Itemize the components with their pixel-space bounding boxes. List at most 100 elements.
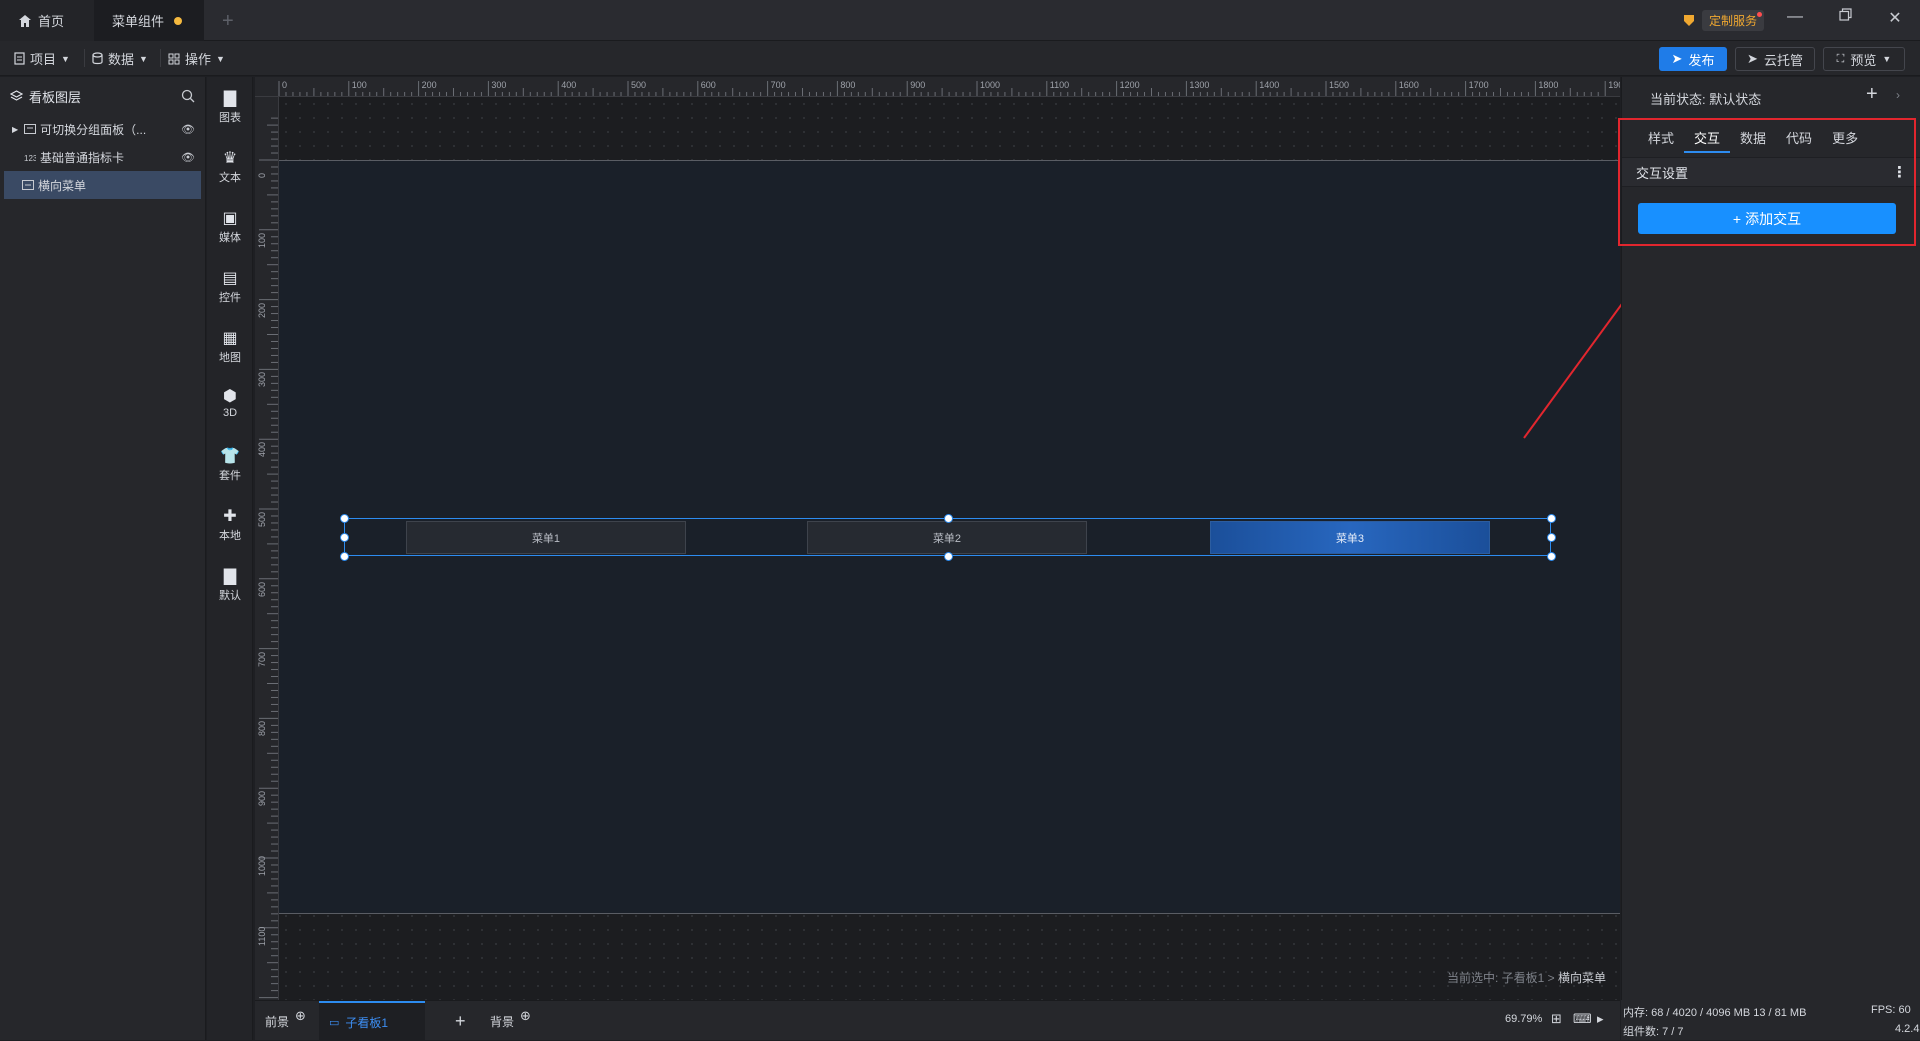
grid-icon xyxy=(168,53,180,64)
control-icon: ▤ xyxy=(222,270,238,287)
add-board-plus-icon[interactable]: + xyxy=(455,1001,466,1041)
crown-icon: ♛ xyxy=(222,150,238,167)
layer-item[interactable]: ▶ 可切换分组面板（... 👁 xyxy=(0,115,205,143)
project-menu[interactable]: 项目 ▼ xyxy=(14,49,70,68)
layer-item[interactable]: 123 基础普通指标卡 👁 xyxy=(0,143,205,171)
service-shield-icon xyxy=(1684,15,1694,26)
ruler-tick-label: 600 xyxy=(257,581,267,597)
ruler-tick-label: 1700 xyxy=(1468,80,1489,90)
comp-default-label: 默认 xyxy=(219,590,241,602)
comp-control-label: 控件 xyxy=(219,292,241,304)
selection-frame[interactable] xyxy=(344,518,1551,556)
chevron-down-icon: ▼ xyxy=(1882,54,1892,64)
add-circle-icon[interactable]: ⊕ xyxy=(295,1008,306,1024)
breadcrumb-current: 横向菜单 xyxy=(1557,971,1606,985)
keyboard-icon[interactable]: ⌨ xyxy=(1573,1011,1592,1027)
ruler-tick-label: 600 xyxy=(700,80,716,90)
indicator-card-icon: 123 xyxy=(24,154,36,162)
layers-icon xyxy=(10,89,23,101)
component-bar: ▇ 图表 ♛ 文本 ▣ 媒体 ▤ 控件 ▦ 地图 ⬢ 3D 👕 套件 ✚ 本地 ▇ 默认 xyxy=(207,77,253,1040)
eye-icon[interactable]: 👁 xyxy=(181,123,195,136)
tab-menu-component[interactable]: 菜单组件 xyxy=(94,0,204,41)
resize-handle[interactable] xyxy=(340,514,349,523)
resize-handle[interactable] xyxy=(1547,514,1556,523)
foreground-tab[interactable]: 前景 ⊕ xyxy=(265,1001,306,1041)
comp-media-label: 媒体 xyxy=(219,232,241,244)
vertical-ruler: 01002003004005006007008009001000110000 xyxy=(255,97,279,1000)
ruler-tick-label: 900 xyxy=(257,791,267,807)
chevron-down-icon: ▼ xyxy=(139,53,148,64)
tab-home[interactable]: 首页 xyxy=(0,0,94,41)
database-icon xyxy=(92,52,103,65)
resize-handle[interactable] xyxy=(1547,533,1556,542)
ruler-tick-label: 1100 xyxy=(1049,80,1070,90)
ruler-tick-label: 1800 xyxy=(1538,80,1559,90)
publish-button[interactable]: ➤ 发布 xyxy=(1659,47,1727,71)
annotation-highlight-box xyxy=(1618,118,1916,246)
unsaved-dot-icon xyxy=(174,16,183,25)
ruler-tick-label: 200 xyxy=(257,302,267,318)
data-menu[interactable]: 数据 ▼ xyxy=(92,49,148,68)
ruler-tick-label: 400 xyxy=(561,80,577,90)
ruler-tick-label: 700 xyxy=(770,80,786,90)
add-circle-icon[interactable]: ⊕ xyxy=(520,1008,531,1024)
ruler-tick-label: 1100 xyxy=(257,926,267,946)
version-label: 4.2.4 xyxy=(1895,1023,1920,1035)
ruler-tick-label: 800 xyxy=(257,721,267,737)
operate-menu[interactable]: 操作 ▼ xyxy=(168,49,225,68)
comp-suite[interactable]: 👕 套件 xyxy=(207,447,253,483)
zoom-level[interactable]: 69.79% xyxy=(1505,1013,1542,1025)
shirt-icon: 👕 xyxy=(220,448,240,465)
layer-item-selected[interactable]: 横向菜单 xyxy=(4,171,201,199)
comp-chart[interactable]: ▇ 图表 xyxy=(207,89,253,125)
board-tabs-bar: 前景 ⊕ ▭ 子看板1 + 背景 ⊕ 69.79% ⊞ ⌨ ▸ xyxy=(255,1000,1620,1041)
background-tab[interactable]: 背景 ⊕ xyxy=(490,1001,531,1041)
home-icon xyxy=(19,14,31,27)
comp-local[interactable]: ✚ 本地 xyxy=(207,507,253,543)
layers-panel: 看板图层 ▶ 可切换分组面板（... 👁 123 基础普通指标卡 👁 横向菜单 xyxy=(0,77,206,1040)
fit-screen-icon[interactable]: ⊞ xyxy=(1551,1011,1562,1027)
search-icon[interactable] xyxy=(181,89,195,103)
ruler-tick-label: 500 xyxy=(631,80,647,90)
ruler-tick-label: 1000 xyxy=(980,80,1001,90)
ruler-tick-label: 0 xyxy=(282,80,288,90)
svg-text:123: 123 xyxy=(24,154,36,162)
preview-button[interactable]: ⛶ 预览 ▼ xyxy=(1823,47,1905,71)
component-count: 组件数: 7 / 7 xyxy=(1623,1026,1684,1038)
close-icon[interactable]: ✕ xyxy=(1880,8,1910,28)
restore-icon[interactable] xyxy=(1830,8,1860,26)
preview-label: 预览 xyxy=(1850,52,1877,68)
custom-service-button[interactable]: 定制服务 xyxy=(1682,9,1765,31)
add-state-plus-icon[interactable]: + xyxy=(1866,83,1878,106)
new-tab-plus-icon[interactable]: + xyxy=(222,10,234,33)
eye-icon[interactable]: 👁 xyxy=(181,151,195,164)
board-tab-sub1[interactable]: ▭ 子看板1 xyxy=(319,1001,426,1041)
operate-menu-label: 操作 xyxy=(185,52,212,67)
resize-handle[interactable] xyxy=(340,552,349,561)
status-bar: 内存: 68 / 4020 / 4096 MB 13 / 81 MB FPS: … xyxy=(1621,1000,1920,1040)
comp-text[interactable]: ♛ 文本 xyxy=(207,149,253,185)
resize-handle[interactable] xyxy=(340,533,349,542)
cloud-hosting-button[interactable]: ➤ 云托管 xyxy=(1735,47,1815,71)
comp-map[interactable]: ▦ 地图 xyxy=(207,329,253,365)
comp-3d[interactable]: ⬢ 3D xyxy=(207,387,253,419)
chevron-down-icon: ▼ xyxy=(61,53,70,64)
background-label: 背景 xyxy=(490,1014,515,1029)
terminal-icon[interactable]: ▸ xyxy=(1597,1011,1604,1027)
ruler-tick-label: 1300 xyxy=(1189,80,1210,90)
tab-home-label: 首页 xyxy=(38,14,65,29)
canvas-area[interactable]: 菜单1 菜单2 菜单3 当前选中: 子看板1 > 横向菜单 xyxy=(279,97,1620,1000)
resize-handle[interactable] xyxy=(1547,552,1556,561)
resize-handle[interactable] xyxy=(944,514,953,523)
comp-default[interactable]: ▇ 默认 xyxy=(207,567,253,603)
resize-handle[interactable] xyxy=(944,552,953,561)
comp-control[interactable]: ▤ 控件 xyxy=(207,269,253,305)
ruler-tick-label: 900 xyxy=(910,80,926,90)
chevron-right-icon[interactable]: › xyxy=(1896,88,1900,102)
comp-media[interactable]: ▣ 媒体 xyxy=(207,209,253,245)
minimize-icon[interactable]: — xyxy=(1780,8,1810,26)
ruler-tick-label: 800 xyxy=(840,80,856,90)
comp-suite-label: 套件 xyxy=(219,470,241,482)
expand-arrow-icon[interactable]: ▶ xyxy=(12,125,18,134)
ruler-tick-label: 1200 xyxy=(1119,80,1140,90)
